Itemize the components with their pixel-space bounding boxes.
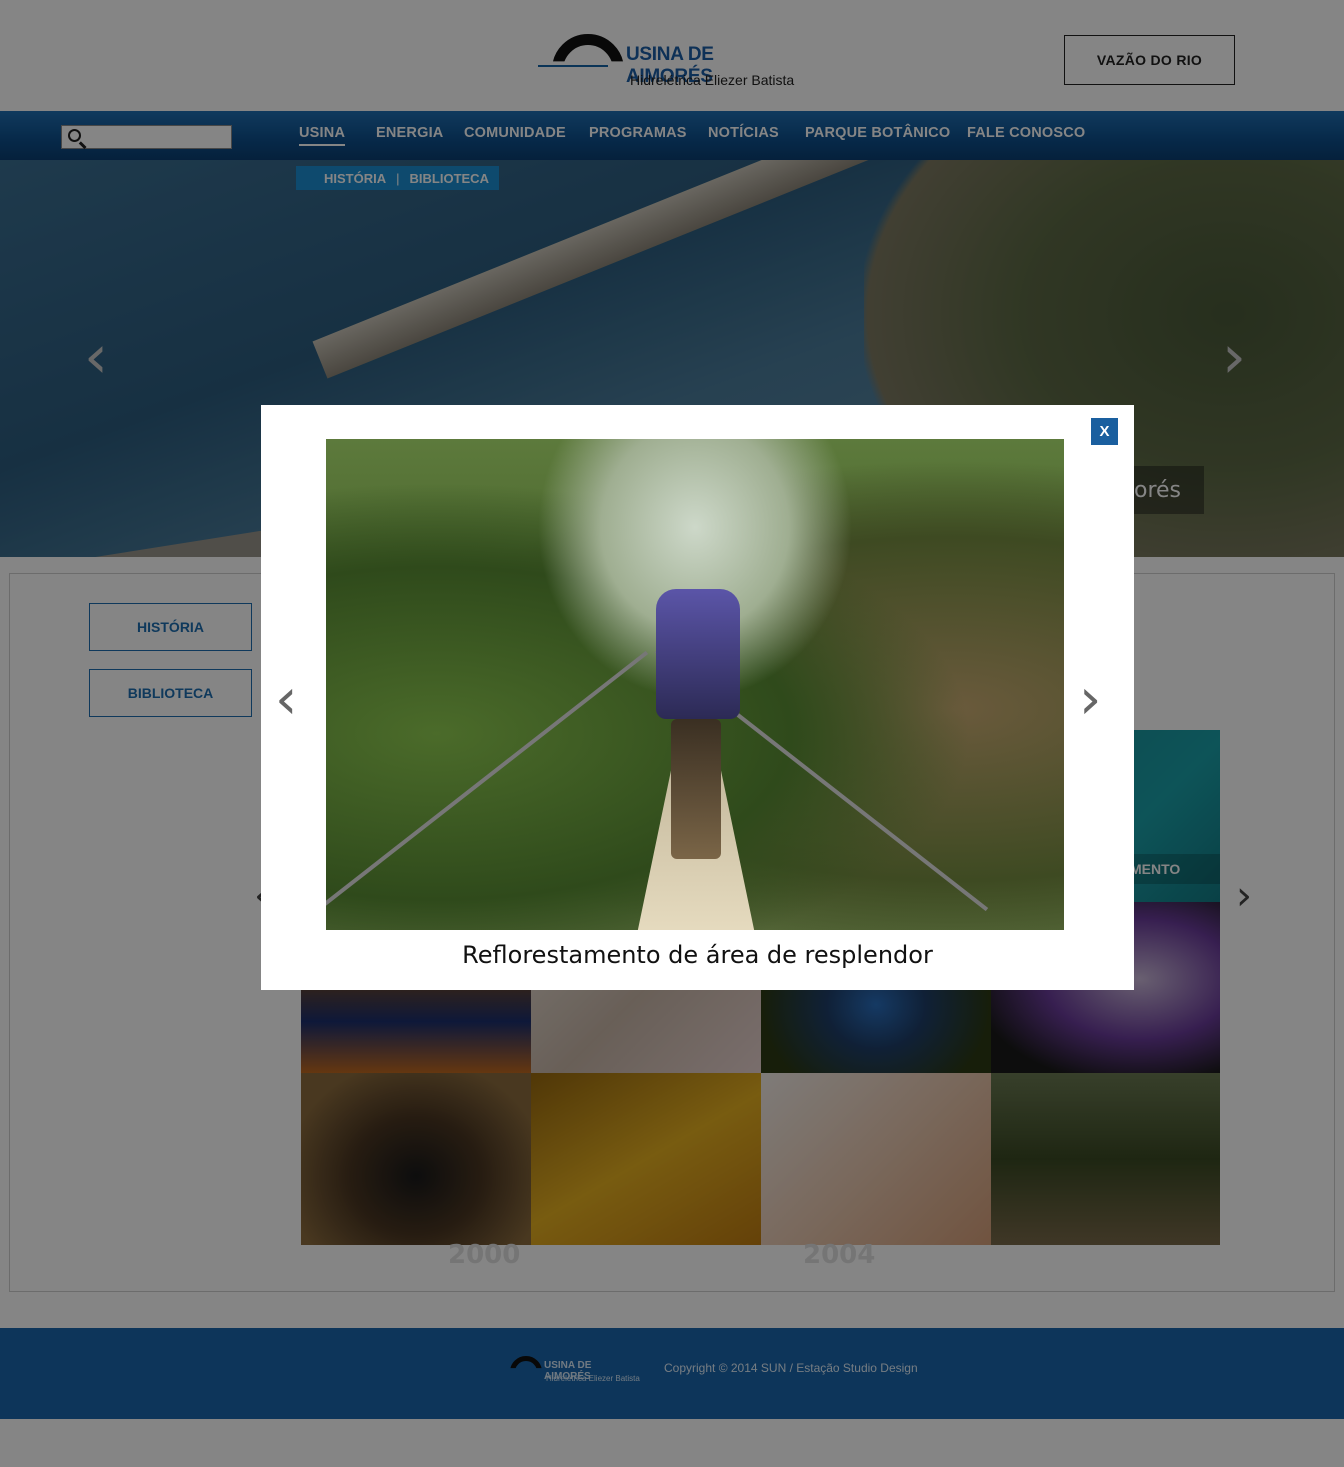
image-hiker-backpack: [656, 589, 740, 719]
lightbox-prev-arrow-icon[interactable]: ‹: [275, 667, 297, 732]
lightbox-modal: X ‹ › Reflorestamento de área de resplen…: [261, 405, 1134, 990]
lightbox-caption: Reflorestamento de área de resplendor: [462, 941, 933, 969]
image-hiker-legs: [671, 719, 721, 859]
lightbox-image: [326, 439, 1064, 930]
image-rope-left: [326, 650, 649, 913]
lightbox-next-arrow-icon[interactable]: ›: [1079, 667, 1101, 732]
close-button[interactable]: X: [1091, 418, 1118, 445]
